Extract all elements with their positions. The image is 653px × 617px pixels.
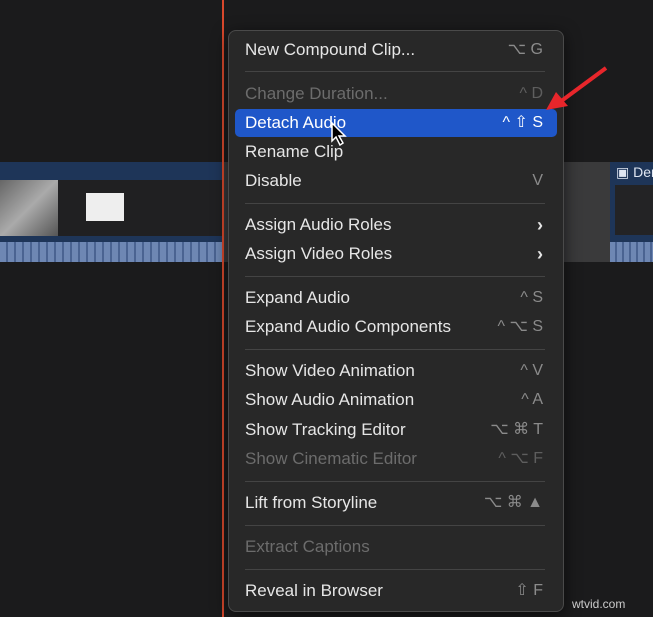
menu-separator — [245, 276, 545, 277]
menu-item-label: Expand Audio — [245, 288, 350, 307]
menu-item-assign-video-roles[interactable]: Assign Video Roles › — [235, 240, 557, 268]
menu-item-label: Extract Captions — [245, 537, 370, 556]
audio-waveform — [0, 242, 222, 262]
menu-item-shortcut: ⌥ ⌘ T — [490, 421, 543, 438]
menu-item-label: Show Video Animation — [245, 361, 415, 380]
menu-item-shortcut: ^ ⇧ S — [502, 114, 543, 131]
menu-item-shortcut: ^ ⌥ F — [498, 450, 543, 467]
menu-item-label: Show Audio Animation — [245, 390, 415, 409]
context-menu: New Compound Clip... ⌥ G Change Duration..… — [228, 30, 564, 612]
menu-item-disable[interactable]: Disable V — [235, 167, 557, 195]
menu-item-detach-audio[interactable]: Detach Audio ^ ⇧ S — [235, 109, 557, 137]
menu-item-label: Reveal in Browser — [245, 581, 383, 600]
chevron-right-icon: › — [537, 244, 543, 264]
menu-item-label: Change Duration... — [245, 84, 388, 103]
audio-waveform — [610, 242, 653, 262]
menu-item-label: Expand Audio Components — [245, 317, 452, 336]
menu-separator — [245, 481, 545, 482]
playhead[interactable] — [222, 0, 224, 617]
menu-item-label: Assign Audio Roles — [245, 215, 392, 234]
menu-separator — [245, 525, 545, 526]
menu-item-shortcut: ⌥ ⌘ ▲ — [483, 494, 543, 511]
menu-separator — [245, 71, 545, 72]
menu-item-shortcut: ⌥ G — [507, 41, 543, 58]
clip-title: ▣ Den — [616, 164, 653, 181]
menu-item-change-duration: Change Duration... ^ D — [235, 80, 557, 108]
watermark: wtvid.com — [572, 597, 626, 611]
clip-thumbnail — [615, 185, 653, 235]
menu-item-label: Rename Clip — [245, 142, 344, 161]
menu-item-shortcut: ⇧ F — [515, 582, 543, 599]
menu-item-show-audio-animation[interactable]: Show Audio Animation ^ A — [235, 386, 557, 414]
menu-item-label: New Compound Clip... — [245, 40, 416, 59]
menu-separator — [245, 203, 545, 204]
menu-item-label: Disable — [245, 171, 302, 190]
clip-thumbnail — [0, 180, 58, 236]
clip-thumbnail — [86, 193, 124, 221]
menu-item-shortcut: ^ V — [520, 362, 543, 379]
menu-item-label: Lift from Storyline — [245, 493, 378, 512]
clip-title-text: Den — [633, 164, 653, 180]
menu-item-expand-audio-components[interactable]: Expand Audio Components ^ ⌥ S — [235, 313, 557, 341]
menu-item-extract-captions: Extract Captions — [235, 533, 557, 561]
menu-item-shortcut: V — [532, 172, 543, 189]
menu-item-expand-audio[interactable]: Expand Audio ^ S — [235, 284, 557, 312]
menu-item-shortcut: ^ S — [520, 289, 543, 306]
menu-item-show-video-animation[interactable]: Show Video Animation ^ V — [235, 357, 557, 385]
menu-item-lift-from-storyline[interactable]: Lift from Storyline ⌥ ⌘ ▲ — [235, 489, 557, 517]
menu-item-show-cinematic-editor: Show Cinematic Editor ^ ⌥ F — [235, 445, 557, 473]
compound-clip-icon: ▣ — [616, 164, 634, 180]
chevron-right-icon: › — [537, 215, 543, 235]
red-arrow-annotation — [546, 66, 608, 110]
menu-item-assign-audio-roles[interactable]: Assign Audio Roles › — [235, 211, 557, 239]
menu-item-label: Assign Video Roles — [245, 244, 393, 263]
menu-item-reveal-in-browser[interactable]: Reveal in Browser ⇧ F — [235, 577, 557, 605]
menu-separator — [245, 569, 545, 570]
menu-separator — [245, 349, 545, 350]
menu-item-show-tracking-editor[interactable]: Show Tracking Editor ⌥ ⌘ T — [235, 416, 557, 444]
mouse-cursor-icon — [331, 122, 347, 146]
menu-item-shortcut: ^ A — [521, 391, 543, 408]
menu-item-shortcut: ^ ⌥ S — [497, 318, 543, 335]
menu-item-rename-clip[interactable]: Rename Clip — [235, 138, 557, 166]
menu-item-label: Show Cinematic Editor — [245, 449, 417, 468]
menu-item-new-compound-clip[interactable]: New Compound Clip... ⌥ G — [235, 36, 557, 64]
menu-item-label: Show Tracking Editor — [245, 420, 406, 439]
